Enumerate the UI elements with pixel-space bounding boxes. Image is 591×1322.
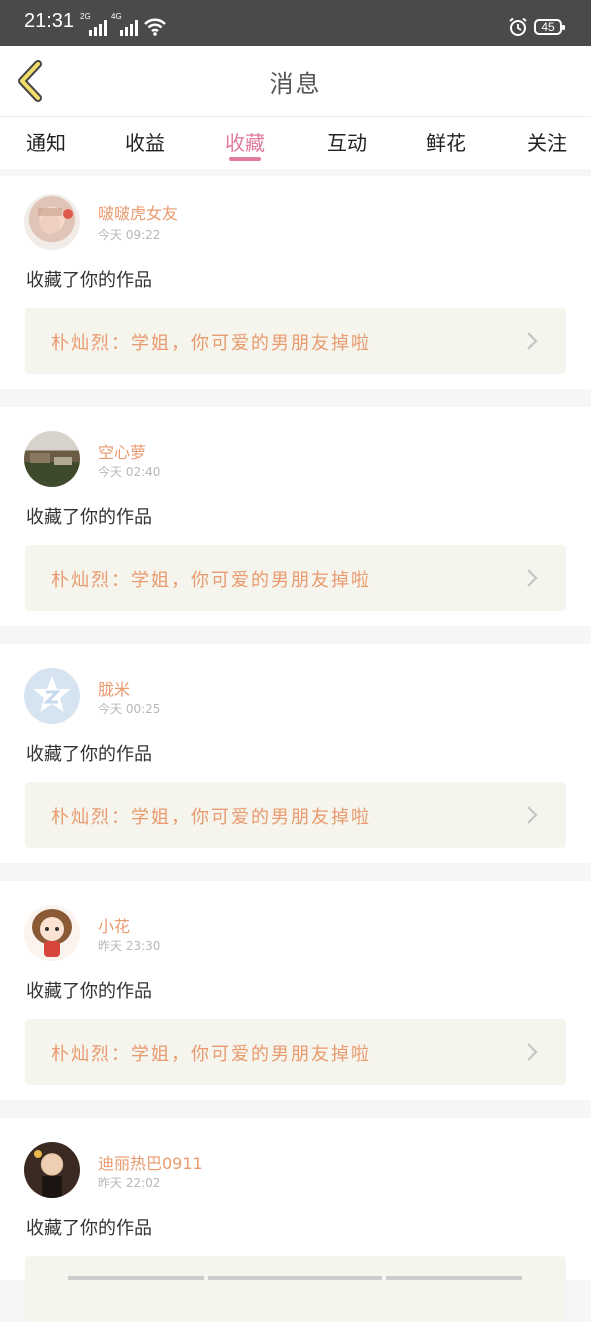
tab-interactions[interactable]: 互动 — [327, 127, 367, 156]
work-quote-text: 朴灿烈：学姐，你可爱的男朋友掉啦 — [51, 807, 371, 828]
work-quote-link[interactable]: 朴灿烈：学姐，你可爱的男朋友掉啦 — [25, 1019, 566, 1085]
user-avatar[interactable] — [24, 431, 80, 487]
username[interactable]: 啵啵虎女友 — [98, 200, 178, 224]
chevron-right-icon — [527, 332, 538, 350]
user-avatar[interactable] — [24, 668, 80, 724]
chevron-right-icon — [527, 1043, 538, 1061]
work-quote-text: 朴灿烈：学姐，你可爱的男朋友掉啦 — [51, 1044, 371, 1065]
tab-flowers[interactable]: 鲜花 — [426, 127, 466, 156]
wifi-icon — [144, 18, 166, 36]
page-title: 消息 — [269, 70, 322, 98]
scroll-indicator — [68, 1276, 522, 1280]
user-avatar[interactable] — [24, 905, 80, 961]
signal-2g-icon: 2G — [80, 12, 112, 36]
status-time: 21:31 — [24, 10, 75, 32]
work-quote-link[interactable]: 朴灿烈：学姐，你可爱的男朋友掉啦 — [25, 308, 566, 374]
work-quote-link[interactable]: 朴灿烈：学姐，你可爱的男朋友掉啦 — [25, 545, 566, 611]
user-avatar[interactable] — [24, 1142, 80, 1198]
tab-earnings[interactable]: 收益 — [125, 127, 165, 156]
status-bar: 21:31 2G 4G 45 — [0, 0, 591, 46]
tab-favorites[interactable]: 收藏 — [225, 127, 265, 156]
username[interactable]: 胧米 — [98, 676, 130, 700]
message-card: 迪丽热巴0911 昨天 22:02 收藏了你的作品 — [0, 1118, 591, 1322]
work-quote-text: 朴灿烈：学姐，你可爱的男朋友掉啦 — [51, 333, 371, 354]
message-card: 小花 昨天 23:30 收藏了你的作品 朴灿烈：学姐，你可爱的男朋友掉啦 — [0, 881, 591, 1100]
alarm-icon — [509, 17, 527, 36]
work-quote-link[interactable] — [25, 1256, 566, 1322]
message-text: 收藏了你的作品 — [26, 507, 152, 528]
tab-bar: 通知 收益 收藏 互动 鲜花 关注 — [0, 117, 591, 169]
username[interactable]: 小花 — [98, 913, 130, 937]
message-time: 昨天 23:30 — [98, 939, 161, 953]
chevron-right-icon — [527, 569, 538, 587]
message-text: 收藏了你的作品 — [26, 744, 152, 765]
message-time: 今天 09:22 — [98, 228, 161, 242]
message-card: 啵啵虎女友 今天 09:22 收藏了你的作品 朴灿烈：学姐，你可爱的男朋友掉啦 — [0, 176, 591, 389]
message-card: 胧米 今天 00:25 收藏了你的作品 朴灿烈：学姐，你可爱的男朋友掉啦 — [0, 644, 591, 863]
message-text: 收藏了你的作品 — [26, 981, 152, 1002]
username[interactable]: 空心萝 — [98, 439, 146, 463]
message-text: 收藏了你的作品 — [26, 270, 152, 291]
work-quote-link[interactable]: 朴灿烈：学姐，你可爱的男朋友掉啦 — [25, 782, 566, 848]
chevron-right-icon — [527, 806, 538, 824]
message-card: 空心萝 今天 02:40 收藏了你的作品 朴灿烈：学姐，你可爱的男朋友掉啦 — [0, 407, 591, 626]
signal-4g-icon: 4G — [111, 12, 143, 36]
user-avatar[interactable] — [24, 194, 80, 250]
tab-notifications[interactable]: 通知 — [26, 127, 66, 156]
message-text: 收藏了你的作品 — [26, 1218, 152, 1239]
work-quote-text: 朴灿烈：学姐，你可爱的男朋友掉啦 — [51, 570, 371, 591]
message-time: 今天 02:40 — [98, 465, 161, 479]
header: 消息 — [0, 46, 591, 117]
active-tab-indicator — [229, 157, 261, 161]
username[interactable]: 迪丽热巴0911 — [98, 1150, 203, 1174]
default-avatar-icon — [33, 676, 71, 712]
message-time: 今天 00:25 — [98, 702, 161, 716]
message-time: 昨天 22:02 — [98, 1176, 161, 1190]
tab-follows[interactable]: 关注 — [527, 127, 567, 156]
battery-icon: 45 — [534, 19, 565, 35]
